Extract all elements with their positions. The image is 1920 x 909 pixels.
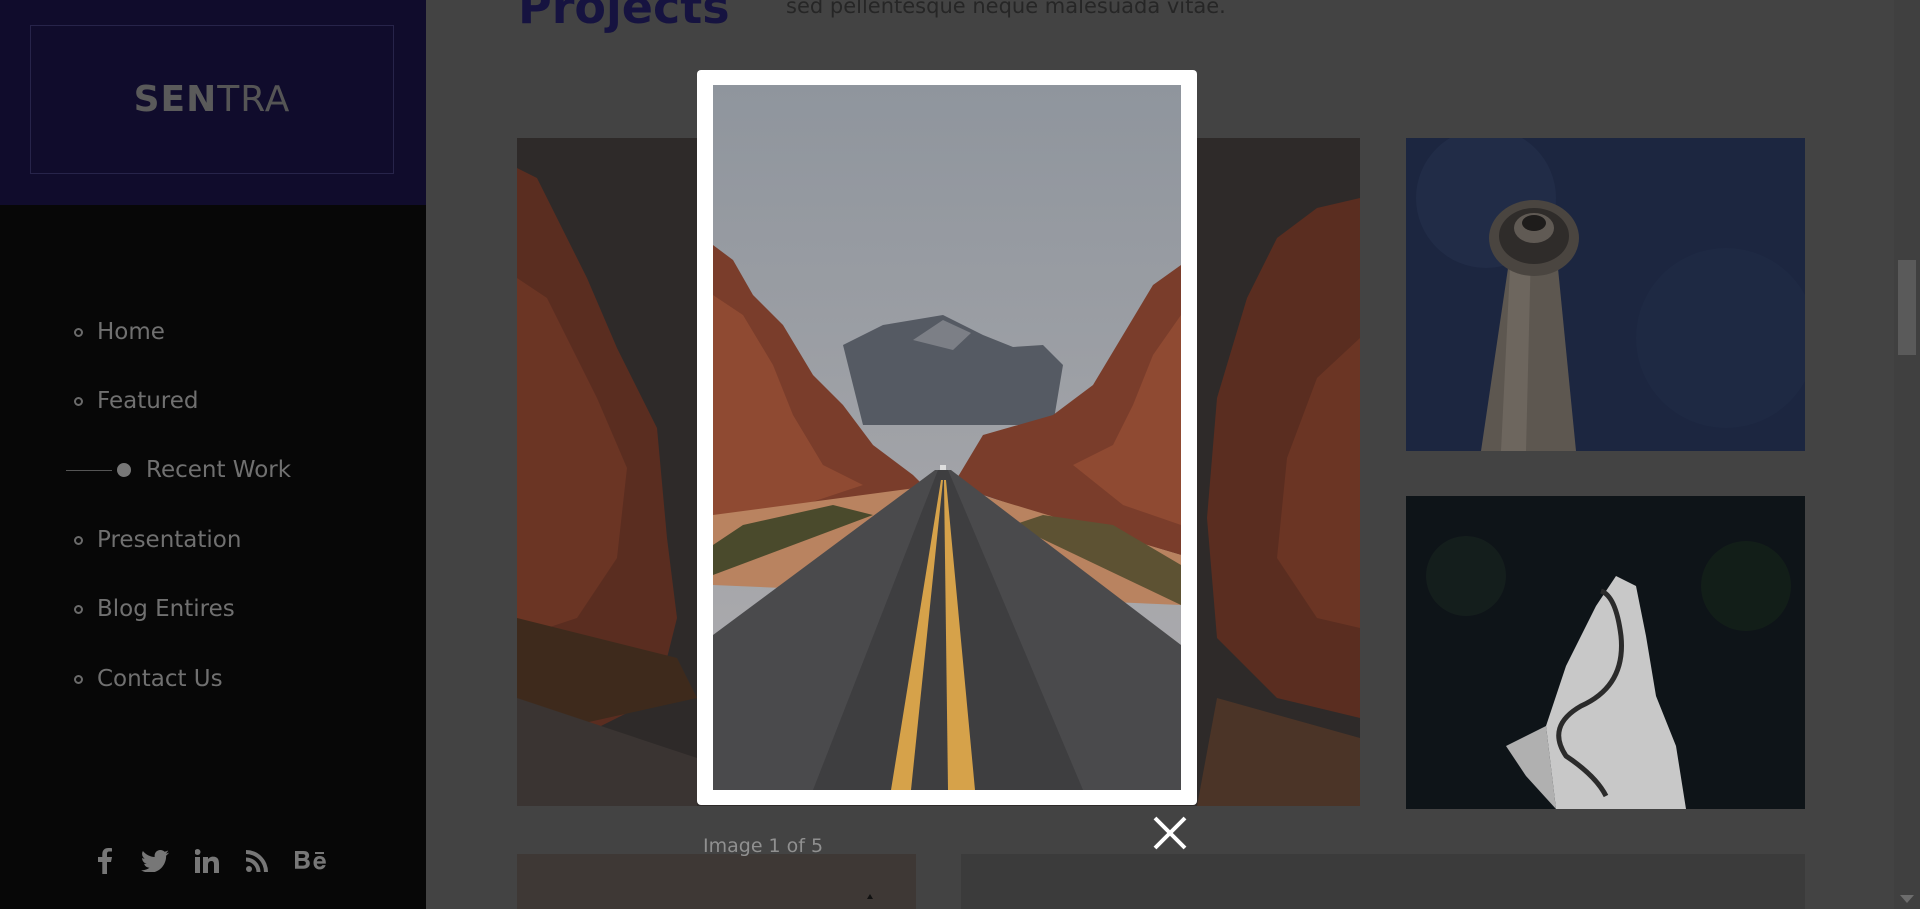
section-intro: sed pellentesque neque malesuada vitae. [786, 0, 1226, 18]
scrollbar-thumb[interactable] [1898, 260, 1916, 355]
scroll-down-arrow-icon[interactable] [1900, 895, 1914, 903]
snow-river-image [1406, 496, 1805, 809]
linkedin-icon[interactable] [195, 849, 219, 873]
bottom-left-image [517, 854, 916, 909]
nav-item-recent-work[interactable]: Recent Work [66, 455, 291, 485]
behance-icon[interactable] [295, 851, 327, 872]
lightbox-caption: Image 1 of 5 [703, 835, 824, 857]
twitter-icon[interactable] [141, 850, 169, 872]
facebook-icon[interactable] [98, 848, 112, 874]
project-tile-bottom-right[interactable] [961, 854, 1805, 909]
project-tile-snow-river[interactable] [1406, 496, 1805, 809]
bullet-icon [74, 604, 83, 614]
nav-label: Home [97, 319, 165, 345]
project-tile-bottom-left[interactable] [517, 854, 916, 909]
bottom-right-image [961, 854, 1805, 909]
nav-item-contact-us[interactable]: Contact Us [74, 664, 223, 694]
page-scrollbar[interactable] [1894, 0, 1920, 909]
sidebar: SEN TRA Home Featured Recent Work Present… [0, 0, 426, 909]
site-logo[interactable]: SEN TRA [30, 25, 394, 174]
bullet-icon [117, 463, 131, 477]
bullet-icon [74, 535, 83, 545]
active-line-indicator [66, 469, 112, 471]
nav-item-presentation[interactable]: Presentation [74, 525, 241, 555]
bullet-icon [74, 396, 83, 406]
nav-label: Featured [97, 388, 199, 414]
page-title: Projects [518, 0, 730, 34]
nav-item-featured[interactable]: Featured [74, 386, 199, 416]
logo-light: TRA [217, 79, 291, 120]
bullet-icon [74, 674, 83, 684]
close-x-glyph [1153, 816, 1187, 850]
rss-icon[interactable] [246, 850, 268, 872]
close-icon[interactable] [1150, 813, 1190, 853]
lightbox-modal [697, 70, 1197, 805]
nav-label: Contact Us [97, 666, 223, 692]
nav-item-home[interactable]: Home [74, 317, 165, 347]
nav-item-blog-entires[interactable]: Blog Entires [74, 594, 235, 624]
desert-road-image [713, 85, 1181, 790]
project-tile-tower[interactable] [1406, 138, 1805, 451]
logo-bold: SEN [133, 79, 218, 120]
tower-image [1406, 138, 1805, 451]
lightbox-image[interactable] [713, 85, 1181, 790]
bullet-icon [74, 327, 83, 337]
logo-area: SEN TRA [0, 0, 426, 205]
nav-label: Blog Entires [97, 596, 235, 622]
nav-label: Presentation [97, 527, 242, 553]
nav-label: Recent Work [146, 457, 292, 483]
